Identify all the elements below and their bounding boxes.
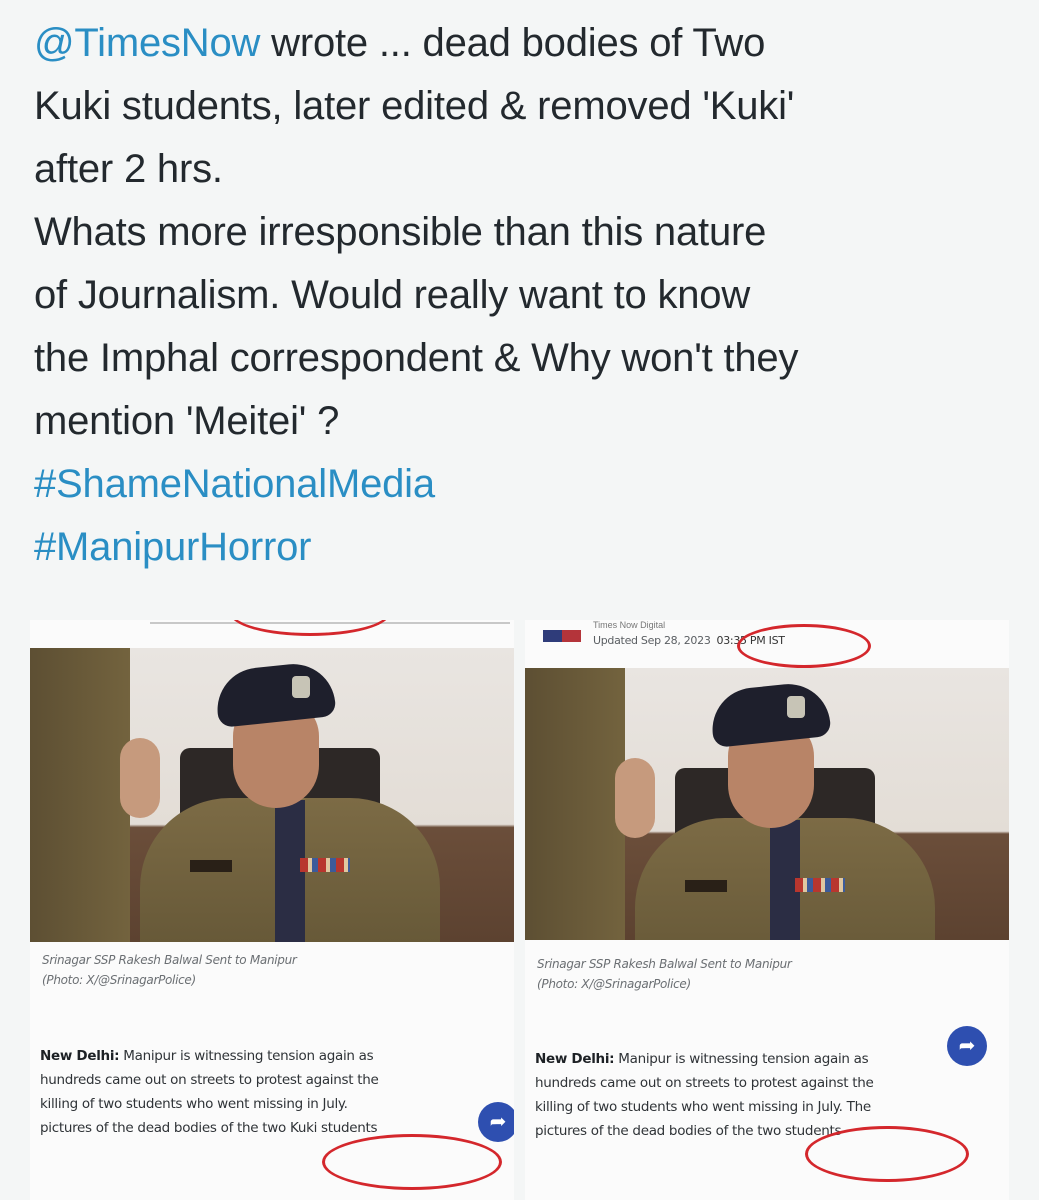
tweet-line-3: after 2 hrs. xyxy=(34,147,223,191)
hashtag-manipur-horror[interactable]: #ManipurHorror xyxy=(34,516,1024,579)
hashtag-shame-national-media[interactable]: #ShameNationalMedia xyxy=(34,453,1024,516)
share-button[interactable]: ➦ xyxy=(478,1102,514,1142)
name-tag xyxy=(685,880,727,892)
caption-title: Srinagar SSP Rakesh Balwal Sent to Manip… xyxy=(42,953,297,967)
red-circle-annotation-time xyxy=(737,624,871,668)
article-line-1: New Delhi: Manipur is witnessing tension… xyxy=(535,1047,1005,1071)
caption-credit: (Photo: X/@SrinagarPolice) xyxy=(537,977,691,991)
red-circle-annotation-students xyxy=(805,1126,969,1182)
medal-ribbons xyxy=(795,878,845,892)
red-circle-annotation-kuki xyxy=(322,1134,502,1190)
share-icon: ➦ xyxy=(958,1035,976,1057)
left-screenshot-card: Srinagar SSP Rakesh Balwal Sent to Manip… xyxy=(30,620,514,1200)
tweet-line-1-text: wrote ... dead bodies of Two xyxy=(260,21,766,65)
name-tag xyxy=(190,860,232,872)
article-line-3: killing of two students who went missing… xyxy=(535,1099,871,1115)
beret xyxy=(213,659,337,729)
officer-photo xyxy=(30,648,514,942)
dateline: New Delhi: xyxy=(40,1048,120,1064)
site-name: Times Now Digital xyxy=(593,620,666,630)
medal-ribbons xyxy=(300,858,350,872)
tweet-line-2: Kuki students, later edited & removed 'K… xyxy=(34,84,795,128)
background-officer xyxy=(30,648,160,942)
officer-photo xyxy=(525,668,1009,940)
tweet-line-6: the Imphal correspondent & Why won't the… xyxy=(34,336,799,380)
tweet-line-5: of Journalism. Would really want to know xyxy=(34,273,751,317)
caption-title: Srinagar SSP Rakesh Balwal Sent to Manip… xyxy=(537,957,792,971)
article-line-1-text: Manipur is witnessing tension again as xyxy=(614,1051,869,1067)
beret xyxy=(708,679,832,749)
background-officer xyxy=(525,668,655,940)
beret-badge xyxy=(787,696,805,718)
right-screenshot-card: Times Now Digital Updated Sep 28, 2023 03… xyxy=(525,620,1009,1200)
tweet-line-4: Whats more irresponsible than this natur… xyxy=(34,210,767,254)
article-line-1: New Delhi: Manipur is witnessing tension… xyxy=(40,1044,510,1068)
mention-link[interactable]: @TimesNow xyxy=(34,21,260,65)
photo-caption: Srinagar SSP Rakesh Balwal Sent to Manip… xyxy=(537,954,792,994)
dateline: New Delhi: xyxy=(535,1051,615,1067)
tweet-line-7: mention 'Meitei' ? xyxy=(34,399,340,443)
beret-badge xyxy=(292,676,310,698)
article-line-3: killing of two students who went missing… xyxy=(40,1096,348,1112)
article-line-1-text: Manipur is witnessing tension again as xyxy=(119,1048,374,1064)
updated-label: Updated Sep 28, 2023 xyxy=(593,634,711,647)
article-line-2: hundreds came out on streets to protest … xyxy=(535,1075,874,1091)
share-icon: ➦ xyxy=(489,1111,507,1133)
article-line-2: hundreds came out on streets to protest … xyxy=(40,1072,379,1088)
red-circle-annotation-top xyxy=(230,620,390,636)
photo-caption: Srinagar SSP Rakesh Balwal Sent to Manip… xyxy=(42,950,297,990)
tweet-text: @TimesNow wrote ... dead bodies of Two K… xyxy=(34,12,1024,579)
site-logo-icon xyxy=(543,630,581,642)
article-body: New Delhi: Manipur is witnessing tension… xyxy=(535,1047,1005,1143)
tweet-line-1: @TimesNow wrote ... dead bodies of Two xyxy=(34,12,1024,75)
caption-credit: (Photo: X/@SrinagarPolice) xyxy=(42,973,196,987)
article-body: New Delhi: Manipur is witnessing tension… xyxy=(40,1044,510,1140)
share-button[interactable]: ➦ xyxy=(947,1026,987,1066)
